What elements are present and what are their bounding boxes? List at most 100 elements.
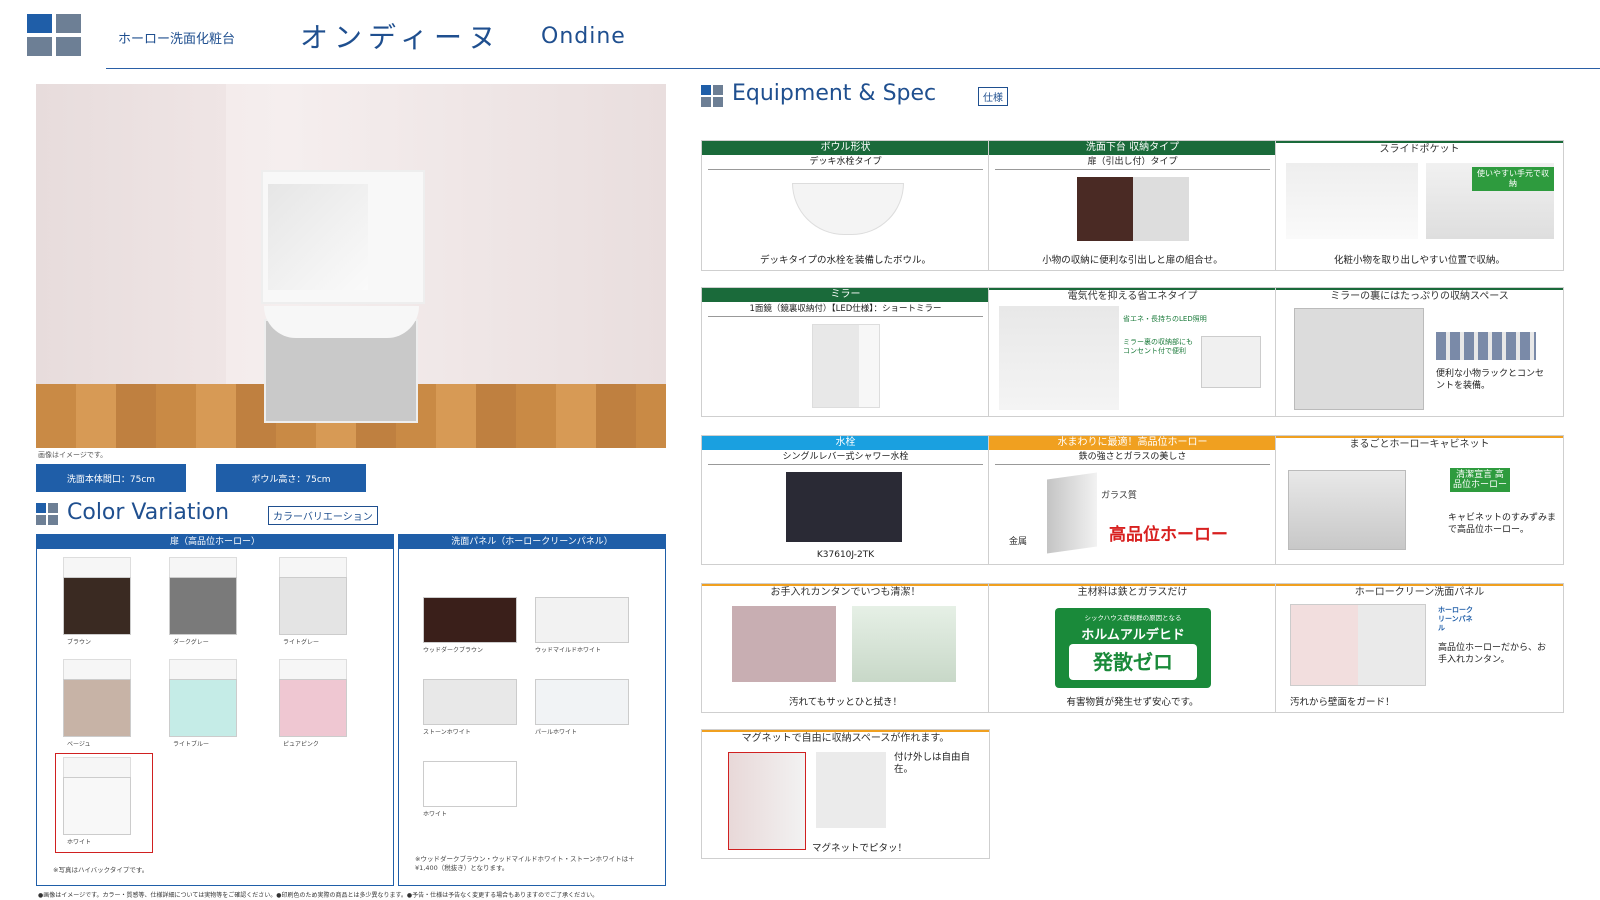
panel-color-name: パールホワイト [535,729,578,736]
card-caption: 小物の収納に便利な引出しと扉の組合せ。 [1042,255,1223,266]
card-head: 水栓 [702,436,989,450]
outlet-image [1201,336,1261,388]
faucet-image [786,472,902,542]
badge-line1: シックハウス症候群の原因となる [1084,614,1182,622]
product-title-en: Ondine [541,24,626,49]
card-head: 水まわりに最適！高品位ホーロー [989,436,1276,450]
faucet-model: K37610J-2TK [816,550,875,560]
card-caption: デッキタイプの水栓を装備したボウル。 [759,255,931,266]
card-sub: 鉄の強さとガラスの美しさ [995,451,1270,465]
magnet-rack-image [728,752,806,850]
card-energy-saving: 電気代を抑える省エネタイプ 省エネ・長持ちのLED照明 ミラー裏の収納部にもコン… [988,287,1277,417]
card-head: ボウル形状 [702,141,989,155]
card-easy-clean: お手入れカンタンでいつも清潔！ 汚れてもサッとひと拭き！ [701,583,990,713]
color-variation-title: Color Variation [67,500,230,525]
clean-badge: 清潔宣言 高品位ホーロー [1450,468,1510,492]
storage-note: 便利な小物ラックとコンセントを装備。 [1436,369,1545,391]
panel-color-swatch [535,679,629,725]
product-category: ホーロー洗面化粧台 [118,32,236,47]
card-caption: 化粧小物を取り出しやすい位置で収納。 [1334,255,1505,266]
equipment-tag: 仕様 [978,87,1008,106]
card-head: 主材料は鉄とガラスだけ [989,584,1276,600]
product-title-jp: オンディーヌ [300,21,503,54]
panel-image [1290,604,1426,686]
panel-color-swatch [423,679,517,725]
card-head: ミラーの裏にはたっぷりの収納スペース [1276,288,1563,304]
door-note: ※写真はハイバックタイプです。 [53,866,149,874]
magnet-hand-image [816,752,886,828]
card-mirror-storage: ミラーの裏にはたっぷりの収納スペース 便利な小物ラックとコンセントを装備。 [1275,287,1564,417]
cleaner-image [852,606,956,682]
card-caption: 汚れから壁面をガード！ [1290,697,1395,708]
selected-color-frame [55,753,153,853]
color-variation-tag: カラーバリエーション [268,506,378,525]
panel-color-swatch [423,761,517,807]
door-color-name: ピュアピンク [283,741,319,748]
door-color-swatch [275,659,349,737]
door-color-name: ライトブルー [173,741,210,748]
door-color-swatch [59,557,133,635]
card-sub: シングルレバー式シャワー水栓 [708,451,983,465]
enamel-headline: 高品位ホーロー [1109,525,1228,545]
card-caption: 汚れてもサッとひと拭き！ [789,697,902,708]
storage-image [1294,308,1424,410]
card-mirror: ミラー 1面鏡（鏡裏収納付）【LED仕様】：ショートミラー [701,287,990,417]
card-clean-panel: ホーロークリーン洗面パネル ホーロークリーンパネル 高品位ホーローだから、お手入… [1275,583,1564,713]
header-divider [106,68,1600,69]
card-slide-pocket: スライドポケット 使いやすい手元で収納 化粧小物を取り出しやすい位置で収納。 [1275,140,1564,271]
door-color-swatch [165,557,239,635]
mirror-image [812,324,880,408]
panel-color-name: ホワイト [423,811,448,818]
card-storage-type: 洗面下台 収納タイプ 扉（引出し付）タイプ 小物の収納に便利な引出しと扉の組合せ… [988,140,1277,271]
magnet-note: 付け外しは自由自在。 [894,752,971,775]
panel-color-name: ウッドダークブラウン [423,647,484,654]
panel-color-swatch [423,597,517,643]
metal-label: 金属 [1009,537,1028,547]
badge-line3: 発散ゼロ [1069,644,1197,680]
glass-label: ガラス質 [1101,491,1137,501]
brand-logo-icon [27,14,82,57]
panel-color-header: 洗面パネル（ホーロークリーンパネル） [399,535,665,549]
card-caption: 有害物質が発生せず安心です。 [1066,697,1199,708]
panel-color-name: ストーンホワイト [423,729,471,736]
panel-note: ※ウッドダークブラウン・ウッドマイルドホワイト・ストーンホワイトは＋¥1,400… [415,855,635,872]
wipe-image [732,606,836,682]
panel-color-panel: 洗面パネル（ホーロークリーンパネル） ウッドダークブラウン ウッドマイルドホワイト… [398,534,666,886]
clean-panel-logo: ホーロークリーンパネル [1438,606,1473,632]
card-head: マグネットで自由に収納スペースが作れます。 [702,730,989,746]
panel-note: 高品位ホーローだから、お手入れカンタン。 [1438,643,1547,665]
outlet-note: ミラー裏の収納部にもコンセント付で便利 [1123,338,1193,355]
section-icon [701,85,723,107]
panel-color-swatch [535,597,629,643]
room-photo [36,84,666,448]
card-sub: 扉（引出し付）タイプ [995,156,1270,170]
card-head: スライドポケット [1276,141,1563,157]
cabinet-image [1288,470,1406,550]
drawer-image [1077,177,1189,241]
door-color-name: ライトグレー [283,639,320,646]
card-head: まるごとホーローキャビネット [1276,436,1563,452]
width-dimension-badge: 洗面本体間口：75cm [36,464,186,492]
badge-line2: ホルムアルデヒド [1081,628,1185,643]
equipment-title: Equipment & Spec [732,81,937,106]
enamel-layer-image [1047,472,1097,554]
footer-disclaimer: ●画像はイメージです。カラー・質感等、仕様詳細については実物等をご確認ください。… [38,892,599,899]
door-color-swatch [59,659,133,737]
card-bowl-shape: ボウル形状 デッキ水栓タイプ デッキタイプの水栓を装備したボウル。 [701,140,990,271]
card-enamel-cabinet: まるごとホーローキャビネット 清潔宣言 高品位ホーロー キャビネットのすみずみま… [1275,435,1564,565]
card-sub: デッキ水栓タイプ [708,156,983,170]
card-sub: 1面鏡（鏡裏収納付）【LED仕様】：ショートミラー [708,303,983,317]
bowl-height-badge: ボウル高さ：75cm [216,464,366,492]
card-head: 洗面下台 収納タイプ [989,141,1276,155]
card-faucet: 水栓 シングルレバー式シャワー水栓 K37610J-2TK [701,435,990,565]
card-materials: 主材料は鉄とガラスだけ シックハウス症候群の原因となる ホルムアルデヒド 発散ゼ… [988,583,1277,713]
card-head: ホーロークリーン洗面パネル [1276,584,1563,600]
photo-caption: 画像はイメージです。 [38,451,108,459]
pocket-badge: 使いやすい手元で収納 [1472,167,1554,191]
door-color-name: ベージュ [67,741,91,748]
card-head: お手入れカンタンでいつも清潔！ [702,584,989,600]
energy-image [999,306,1119,410]
card-enamel: 水まわりに最適！高品位ホーロー 鉄の強さとガラスの美しさ ガラス質 金属 高品位… [988,435,1277,565]
bowl-image [792,183,904,235]
card-caption: マグネットでピタッ！ [812,843,908,854]
